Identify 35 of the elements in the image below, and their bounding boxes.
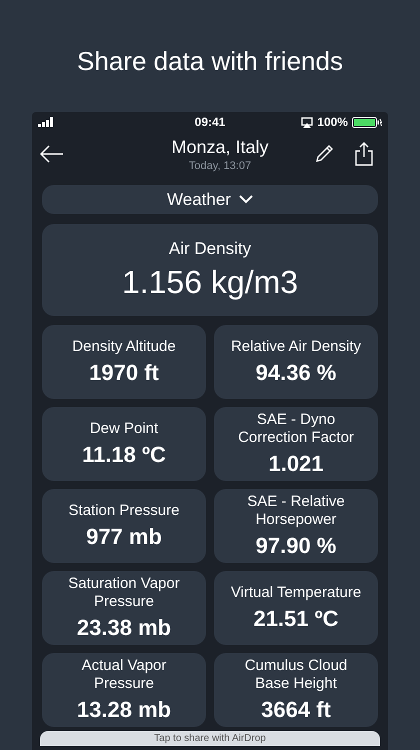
status-time: 09:41 [194,115,226,129]
metric-value: 977 mb [86,524,162,550]
metric-label: Virtual Temperature [230,584,362,602]
metric-label: Saturation Vapor Pressure [67,575,181,611]
metric-value: 97.90 % [256,533,336,559]
battery-percent: 100% [317,115,348,129]
pencil-icon[interactable] [314,144,334,164]
metric-label: Density Altitude [72,338,176,356]
airdrop-banner[interactable]: Tap to share with AirDrop [40,731,380,746]
metric-label: SAE - Relative Horsepower [246,493,346,529]
metric-label: Air Density [168,239,252,260]
headline: Share data with friends [77,45,343,78]
metric-value: 11.18 ºC [82,442,166,468]
nav-subtitle: Today, 13:07 [188,160,252,172]
metric-value: 13.28 mb [76,697,172,723]
metric-label: Station Pressure [68,502,180,520]
metric-value: 23.38 mb [76,615,172,641]
metric-value: 94.36 % [256,360,336,386]
metric-label: Actual Vapor Pressure [80,657,168,693]
metric-value: 1.156 kg/m3 [122,264,298,301]
metric-label: Dew Point [90,420,158,438]
signal-icon [38,117,54,127]
metric-value: 21.51 ºC [253,606,339,632]
chevron-down-icon [238,195,253,204]
metric-label: SAE - Dyno Correction Factor [237,411,355,447]
metric-label: Cumulus Cloud Base Height [244,657,348,693]
nav-title: Monza, Italy [171,136,269,158]
share-icon[interactable] [354,142,374,166]
metric-value: 1970 ft [89,360,159,386]
metric-label: Relative Air Density [230,338,362,356]
airplay-icon [301,116,314,128]
metric-value: 1.021 [268,451,324,477]
category-dropdown[interactable]: Weather [42,185,378,214]
metric-value: 3664 ft [261,697,331,723]
back-arrow-icon[interactable] [40,145,64,163]
